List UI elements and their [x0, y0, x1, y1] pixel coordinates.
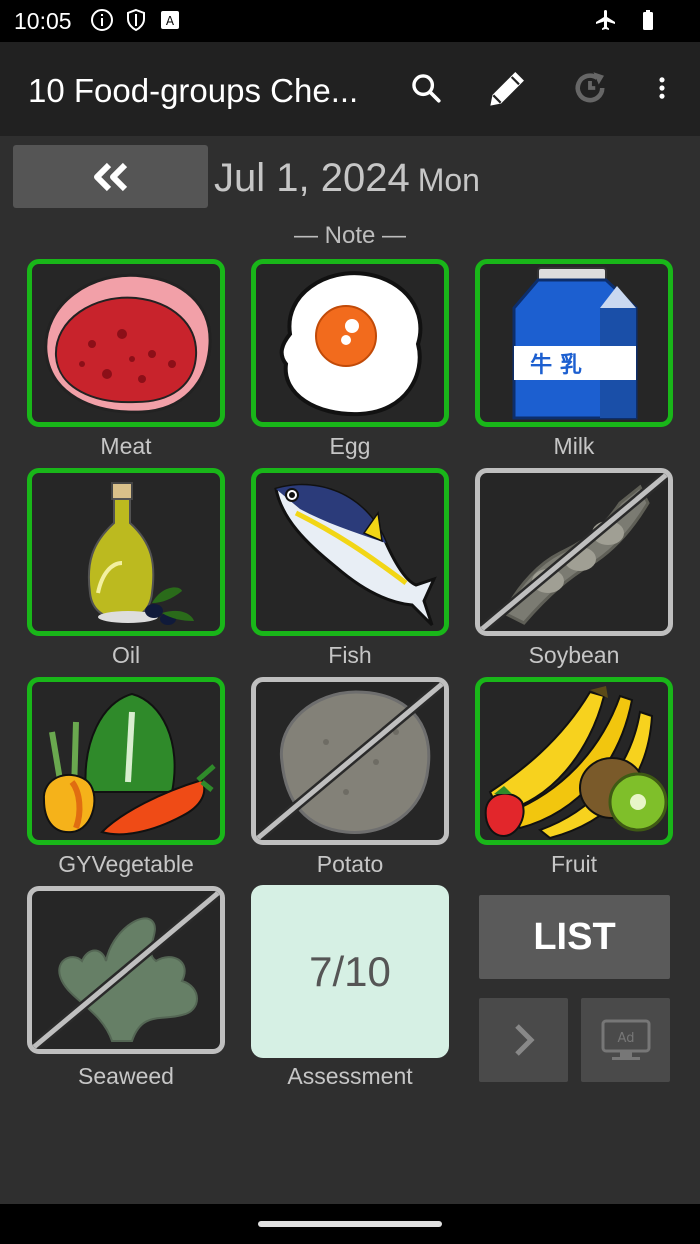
tile-label-gyvegetable: GYVegetable: [58, 851, 194, 877]
milk-carton-icon: 牛 乳: [512, 267, 638, 420]
assessment-value: 7/10: [309, 947, 391, 995]
food-tile-milk[interactable]: 牛 乳: [475, 259, 673, 427]
meat-icon: [44, 273, 212, 414]
food-tile-meat[interactable]: [27, 259, 225, 427]
food-tile-soybean[interactable]: [475, 468, 673, 636]
food-tile-seaweed[interactable]: [27, 886, 225, 1054]
tile-label-seaweed: Seaweed: [78, 1063, 174, 1089]
weekday-text: Mon: [417, 162, 480, 198]
history-button[interactable]: [566, 64, 614, 112]
vegetables-icon: [42, 692, 216, 836]
date-display[interactable]: Jul 1, 2024 Mon: [214, 156, 480, 201]
battery-icon: [643, 10, 653, 30]
fruit-icon: [484, 686, 668, 840]
tile-label-egg: Egg: [329, 433, 371, 459]
tile-label-soybean: Soybean: [528, 642, 620, 668]
ad-text: Ad: [617, 1031, 634, 1046]
potato-icon: [256, 682, 444, 840]
fish-icon: [274, 483, 437, 627]
food-tile-egg[interactable]: [251, 259, 449, 427]
navigation-bar: [0, 1204, 700, 1244]
tile-label-oil: Oil: [111, 642, 141, 668]
double-chevron-left-icon: [93, 162, 127, 191]
tile-label-milk: Milk: [553, 433, 595, 459]
status-bar: 10:05 A: [0, 0, 700, 42]
food-tile-oil[interactable]: [27, 468, 225, 636]
tile-label-meat: Meat: [100, 433, 152, 459]
milk-carton-label: 牛 乳: [530, 352, 582, 378]
history-icon: [575, 72, 605, 103]
tile-label-fish: Fish: [328, 642, 372, 668]
app-bar: 10 Food-groups Che...: [0, 42, 700, 136]
ad-monitor-icon: Ad: [601, 1019, 650, 1060]
search-icon: [412, 74, 441, 103]
search-button[interactable]: [402, 64, 450, 112]
svg-text:A: A: [166, 14, 175, 28]
edit-button[interactable]: [484, 64, 532, 112]
tile-label-potato: Potato: [316, 851, 384, 877]
tile-label-fruit: Fruit: [551, 851, 597, 877]
list-button[interactable]: LIST: [479, 895, 670, 979]
assessment-score[interactable]: 7/10: [251, 885, 449, 1058]
seaweed-icon: [32, 891, 220, 1049]
assessment-label: Assessment: [287, 1063, 413, 1089]
airplane-icon: [596, 10, 615, 30]
egg-icon: [279, 271, 423, 417]
date-text: Jul 1, 2024: [214, 156, 410, 200]
app-title: 10 Food-groups Che...: [28, 72, 359, 109]
food-tile-gyvegetable[interactable]: [27, 677, 225, 845]
info-icon: [91, 9, 113, 31]
previous-day-button[interactable]: [13, 145, 208, 208]
more-vert-icon: [659, 77, 665, 99]
home-gesture-handle[interactable]: [258, 1221, 442, 1227]
note-link[interactable]: — Note —: [0, 222, 700, 250]
status-time: 10:05: [14, 8, 72, 34]
ad-button[interactable]: Ad: [581, 998, 670, 1082]
next-day-button[interactable]: [479, 998, 568, 1082]
list-button-label: LIST: [533, 915, 616, 958]
more-options-button[interactable]: [638, 64, 686, 112]
edit-pencil-icon: [490, 72, 524, 106]
soybean-pod-icon: [480, 473, 668, 631]
olive-oil-bottle-icon: [87, 482, 194, 625]
food-tile-potato[interactable]: [251, 677, 449, 845]
food-tile-fruit[interactable]: [475, 677, 673, 845]
chevron-right-icon: [514, 1024, 535, 1056]
shield-icon: [127, 8, 145, 32]
keyboard-a-icon: A: [161, 11, 179, 29]
food-tile-fish[interactable]: [251, 468, 449, 636]
